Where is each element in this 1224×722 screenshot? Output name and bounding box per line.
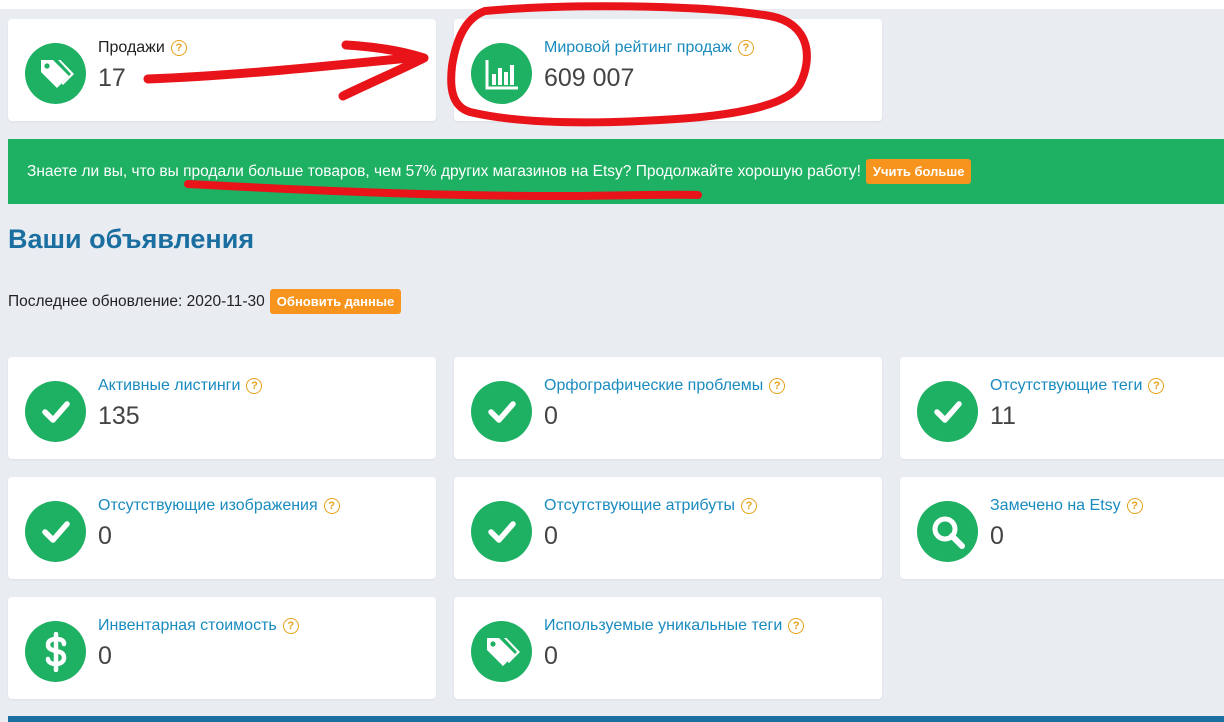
bar-chart-icon	[471, 43, 532, 104]
price-tag-icon	[25, 43, 86, 104]
search-icon	[917, 501, 978, 562]
card-title[interactable]: Мировой рейтинг продаж ?	[544, 39, 754, 57]
help-icon[interactable]: ?	[1148, 378, 1165, 394]
bottom-edge-bar	[8, 716, 1224, 722]
spelling-issues-card: Орфографические проблемы ? 0	[454, 357, 882, 459]
card-value: 609 007	[544, 64, 635, 92]
world-sales-rank-card: Мировой рейтинг продаж ? 609 007	[454, 19, 882, 121]
last-update-text: Последнее обновление: 2020-11-30	[8, 292, 265, 310]
top-edge-bar	[0, 0, 1224, 9]
help-icon[interactable]: ?	[170, 40, 187, 56]
inventory-value-card: Инвентарная стоимость ? 0	[8, 597, 436, 699]
section-title: Ваши объявления	[8, 224, 255, 254]
help-icon[interactable]: ?	[741, 498, 758, 514]
card-title[interactable]: Орфографические проблемы ?	[544, 377, 786, 395]
help-icon[interactable]: ?	[282, 618, 299, 634]
spotted-on-etsy-card: Замечено на Etsy ? 0	[900, 477, 1224, 579]
checkmark-icon	[25, 501, 86, 562]
card-value: 0	[544, 642, 558, 670]
help-icon[interactable]: ?	[769, 378, 786, 394]
help-icon[interactable]: ?	[737, 40, 754, 56]
checkmark-icon	[471, 381, 532, 442]
checkmark-icon	[25, 381, 86, 442]
card-title[interactable]: Используемые уникальные теги ?	[544, 617, 805, 635]
card-value: 0	[544, 522, 558, 550]
last-update-row: Последнее обновление: 2020-11-30 Обновит…	[8, 289, 402, 314]
card-title[interactable]: Отсутствующие теги ?	[990, 377, 1165, 395]
card-title[interactable]: Отсутствующие изображения ?	[98, 497, 340, 515]
help-icon[interactable]: ?	[323, 498, 340, 514]
card-title[interactable]: Отсутствующие атрибуты ?	[544, 497, 758, 515]
card-value: 135	[98, 402, 140, 430]
missing-images-card: Отсутствующие изображения ? 0	[8, 477, 436, 579]
help-icon[interactable]: ?	[246, 378, 263, 394]
active-listings-card: Активные листинги ? 135	[8, 357, 436, 459]
banner-text: Знаете ли вы, что вы продали больше това…	[27, 162, 861, 180]
learn-more-button[interactable]: Учить больше	[865, 159, 972, 184]
card-value: 0	[98, 642, 112, 670]
card-value: 0	[544, 402, 558, 430]
missing-attributes-card: Отсутствующие атрибуты ? 0	[454, 477, 882, 579]
checkmark-icon	[917, 381, 978, 442]
help-icon[interactable]: ?	[1126, 498, 1143, 514]
sales-comparison-banner: Знаете ли вы, что вы продали больше това…	[8, 139, 1224, 204]
checkmark-icon	[471, 501, 532, 562]
dollar-icon	[25, 621, 86, 682]
price-tag-icon	[471, 621, 532, 682]
card-title[interactable]: Замечено на Etsy ?	[990, 497, 1143, 515]
card-title[interactable]: Инвентарная стоимость ?	[98, 617, 299, 635]
card-value: 0	[990, 522, 1004, 550]
card-value: 11	[990, 402, 1016, 430]
card-value: 17	[98, 64, 126, 92]
missing-tags-card: Отсутствующие теги ? 11	[900, 357, 1224, 459]
refresh-data-button[interactable]: Обновить данные	[269, 289, 402, 314]
card-title: Продажи ?	[98, 39, 187, 57]
card-title[interactable]: Активные листинги ?	[98, 377, 263, 395]
help-icon[interactable]: ?	[788, 618, 805, 634]
sales-card: Продажи ? 17	[8, 19, 436, 121]
unique-tags-card: Используемые уникальные теги ? 0	[454, 597, 882, 699]
card-value: 0	[98, 522, 112, 550]
